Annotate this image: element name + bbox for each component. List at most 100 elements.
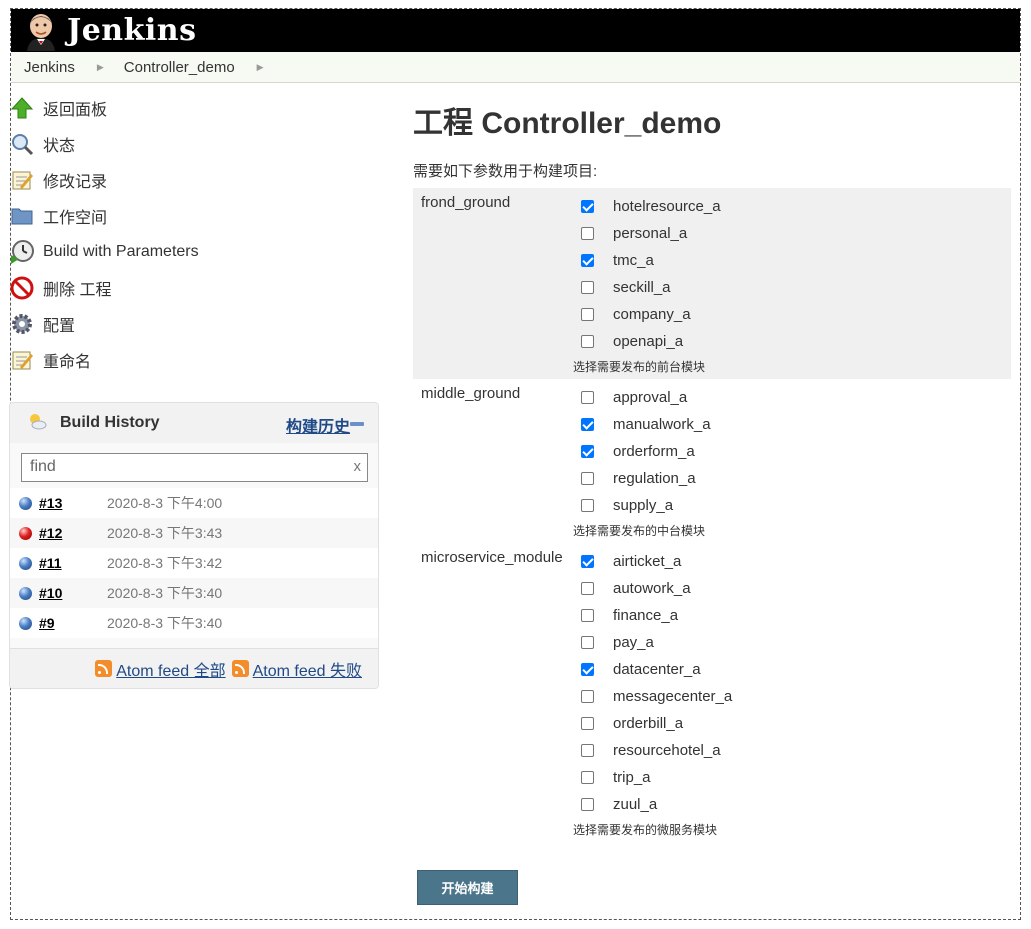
option-label[interactable]: tmc_a — [613, 252, 654, 269]
option-label[interactable]: datacenter_a — [613, 661, 701, 678]
option-label[interactable]: zuul_a — [613, 796, 657, 813]
option-row[interactable]: orderbill_a — [573, 710, 1011, 737]
checkbox[interactable] — [581, 281, 594, 294]
build-date[interactable]: 2020-8-3 下午3:43 — [107, 523, 222, 543]
checkbox[interactable] — [581, 798, 594, 811]
jenkins-title[interactable]: Jenkins — [67, 13, 196, 48]
option-row[interactable]: airticket_a — [573, 548, 1011, 575]
option-label[interactable]: trip_a — [613, 769, 651, 786]
task-back-to-dashboard[interactable]: 返回面板 — [9, 90, 379, 126]
build-date[interactable]: 2020-8-3 下午3:42 — [107, 553, 222, 573]
task-status[interactable]: 状态 — [9, 126, 379, 162]
checkbox[interactable] — [581, 254, 594, 267]
checkbox[interactable] — [581, 418, 594, 431]
checkbox[interactable] — [581, 335, 594, 348]
option-label[interactable]: autowork_a — [613, 580, 691, 597]
build-search-input[interactable]: find x — [21, 453, 368, 482]
task-label[interactable]: 返回面板 — [43, 96, 107, 120]
option-row[interactable]: zuul_a — [573, 791, 1011, 818]
checkbox[interactable] — [581, 391, 594, 404]
option-row[interactable]: resourcehotel_a — [573, 737, 1011, 764]
jenkins-butler-logo-icon[interactable] — [21, 11, 61, 51]
option-label[interactable]: regulation_a — [613, 470, 696, 487]
option-row[interactable]: finance_a — [573, 602, 1011, 629]
option-label[interactable]: seckill_a — [613, 279, 671, 296]
start-build-button[interactable]: 开始构建 — [417, 870, 518, 905]
option-row[interactable]: approval_a — [573, 384, 1011, 411]
build-date[interactable]: 2020-8-3 下午3:40 — [107, 613, 222, 633]
build-row[interactable]: #12 2020-8-3 下午3:43 — [10, 518, 378, 548]
rss-feed-icon[interactable] — [231, 660, 249, 677]
checkbox[interactable] — [581, 609, 594, 622]
task-configure[interactable]: 配置 — [9, 306, 379, 342]
option-row[interactable]: hotelresource_a — [573, 193, 1011, 220]
option-row[interactable]: messagecenter_a — [573, 683, 1011, 710]
option-row[interactable]: supply_a — [573, 492, 1011, 519]
build-history-trend-link[interactable]: 构建历史 — [286, 413, 350, 437]
option-row[interactable]: company_a — [573, 301, 1011, 328]
task-changes[interactable]: 修改记录 — [9, 162, 379, 198]
checkbox[interactable] — [581, 308, 594, 321]
option-row[interactable]: manualwork_a — [573, 411, 1011, 438]
option-label[interactable]: orderbill_a — [613, 715, 683, 732]
option-label[interactable]: personal_a — [613, 225, 687, 242]
option-label[interactable]: airticket_a — [613, 553, 681, 570]
checkbox[interactable] — [581, 690, 594, 703]
checkbox[interactable] — [581, 472, 594, 485]
option-label[interactable]: resourcehotel_a — [613, 742, 721, 759]
build-number-link[interactable]: #12 — [39, 525, 107, 541]
option-label[interactable]: pay_a — [613, 634, 654, 651]
option-row[interactable]: pay_a — [573, 629, 1011, 656]
atom-feed-all-link[interactable]: Atom feed 全部 — [116, 657, 225, 681]
task-label[interactable]: 工作空间 — [43, 204, 107, 228]
checkbox[interactable] — [581, 555, 594, 568]
task-build-with-parameters[interactable]: Build with Parameters — [9, 234, 379, 270]
task-label[interactable]: 删除 工程 — [43, 276, 111, 300]
option-label[interactable]: manualwork_a — [613, 416, 711, 433]
clear-search-icon[interactable]: x — [354, 458, 362, 475]
build-number-link[interactable]: #10 — [39, 585, 107, 601]
checkbox[interactable] — [581, 227, 594, 240]
build-number-link[interactable]: #11 — [39, 555, 107, 571]
task-rename[interactable]: 重命名 — [9, 342, 379, 378]
checkbox[interactable] — [581, 582, 594, 595]
build-row[interactable]: #11 2020-8-3 下午3:42 — [10, 548, 378, 578]
option-row[interactable]: openapi_a — [573, 328, 1011, 355]
task-label[interactable]: 修改记录 — [43, 168, 107, 192]
build-row[interactable]: #10 2020-8-3 下午3:40 — [10, 578, 378, 608]
breadcrumb-jenkins[interactable]: Jenkins — [24, 59, 75, 76]
atom-feed-failed-link[interactable]: Atom feed 失败 — [253, 657, 362, 681]
build-date[interactable]: 2020-8-3 下午4:00 — [107, 493, 222, 513]
option-label[interactable]: orderform_a — [613, 443, 695, 460]
option-row[interactable]: seckill_a — [573, 274, 1011, 301]
task-delete-project[interactable]: 删除 工程 — [9, 270, 379, 306]
task-label[interactable]: Build with Parameters — [43, 243, 199, 261]
chevron-right-icon[interactable]: ▶ — [97, 62, 104, 73]
chevron-right-icon[interactable]: ▶ — [257, 62, 264, 73]
option-row[interactable]: personal_a — [573, 220, 1011, 247]
build-number-link[interactable]: #13 — [39, 495, 107, 511]
breadcrumb-controller-demo[interactable]: Controller_demo — [124, 59, 235, 76]
checkbox[interactable] — [581, 717, 594, 730]
option-row[interactable]: trip_a — [573, 764, 1011, 791]
option-label[interactable]: openapi_a — [613, 333, 683, 350]
option-label[interactable]: messagecenter_a — [613, 688, 732, 705]
option-label[interactable]: approval_a — [613, 389, 687, 406]
checkbox[interactable] — [581, 499, 594, 512]
rss-feed-icon[interactable] — [95, 660, 113, 677]
option-label[interactable]: supply_a — [613, 497, 673, 514]
option-row[interactable]: orderform_a — [573, 438, 1011, 465]
option-row[interactable]: datacenter_a — [573, 656, 1011, 683]
checkbox[interactable] — [581, 771, 594, 784]
task-label[interactable]: 重命名 — [43, 348, 91, 372]
option-label[interactable]: finance_a — [613, 607, 678, 624]
task-label[interactable]: 配置 — [43, 312, 75, 336]
option-row[interactable]: tmc_a — [573, 247, 1011, 274]
checkbox[interactable] — [581, 744, 594, 757]
build-row[interactable]: #13 2020-8-3 下午4:00 — [10, 488, 378, 518]
build-number-link[interactable]: #9 — [39, 615, 107, 631]
task-label[interactable]: 状态 — [43, 132, 75, 156]
option-label[interactable]: company_a — [613, 306, 691, 323]
checkbox[interactable] — [581, 445, 594, 458]
option-label[interactable]: hotelresource_a — [613, 198, 721, 215]
